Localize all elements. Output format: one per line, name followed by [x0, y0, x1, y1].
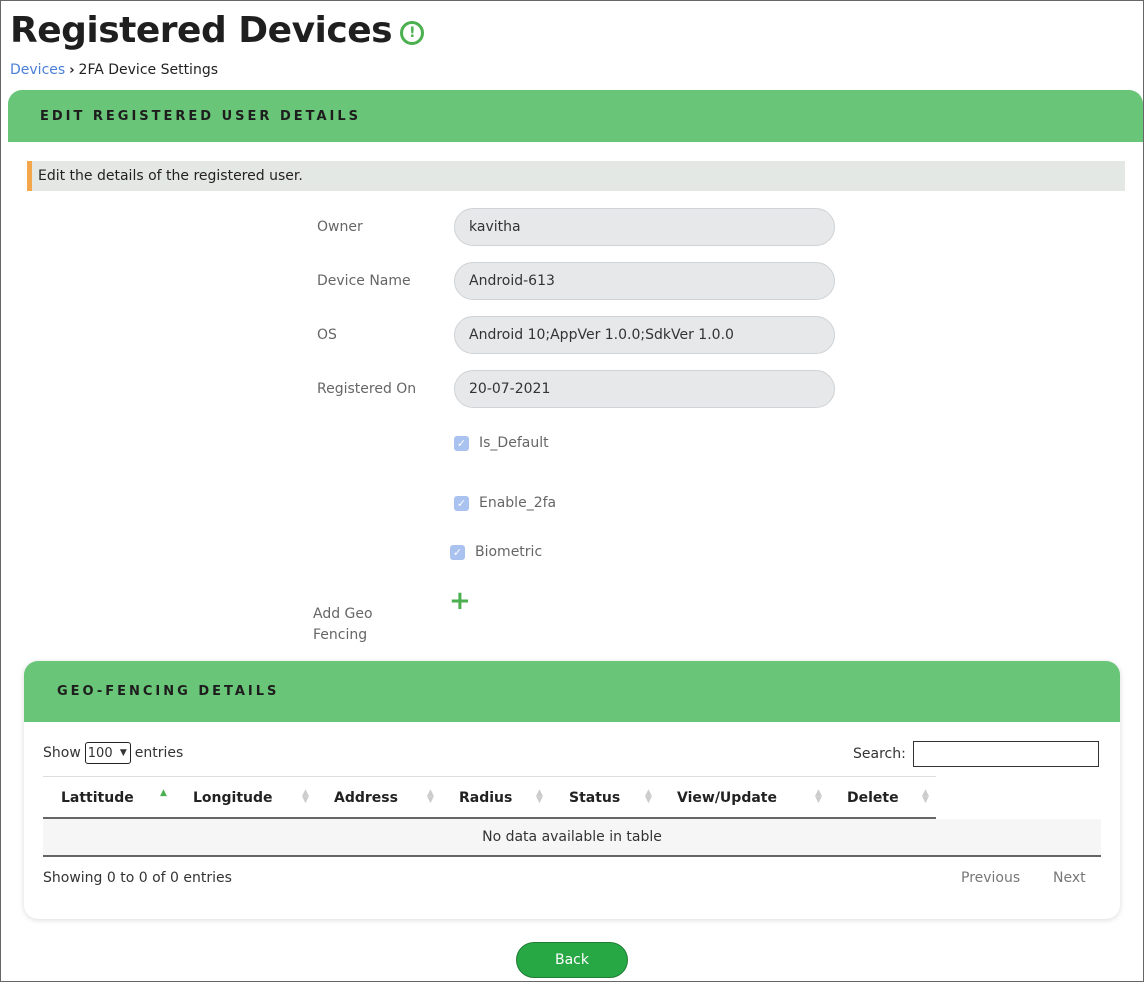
sort-asc-icon: ▲: [160, 788, 167, 798]
table-search: Search:: [853, 741, 1099, 767]
entries-select[interactable]: 100 ▼: [84, 742, 131, 764]
sort-icon: ▲ ▼: [427, 788, 434, 805]
empty-table-row: No data available in table: [43, 819, 1101, 857]
entries-length-control: Show 100 ▼ entries: [43, 742, 183, 764]
sort-icon: ▲ ▼: [922, 788, 929, 805]
geo-section-title: GEO-FENCING DETAILS: [57, 684, 280, 699]
chevron-right-icon: ›: [69, 62, 75, 78]
chevron-down-icon: ▼: [119, 748, 127, 758]
owner-label: Owner: [317, 219, 363, 235]
geo-fencing-card-header: GEO-FENCING DETAILS: [24, 661, 1120, 722]
search-input[interactable]: [912, 741, 1099, 767]
os-label: OS: [317, 327, 337, 343]
table-header: Lattitude ▲ Longitude ▲ ▼ Address ▲ ▼ Radi…: [43, 776, 936, 819]
enable-2fa-label: Enable_2fa: [479, 495, 557, 511]
biometric-checkbox[interactable]: ✓: [450, 544, 465, 560]
page-title-text: Registered Devices: [10, 10, 393, 51]
column-lattitude[interactable]: Lattitude: [61, 777, 134, 818]
plus-icon[interactable]: +: [449, 588, 471, 614]
column-status[interactable]: Status: [569, 777, 620, 818]
previous-button[interactable]: Previous: [961, 870, 1020, 886]
column-radius[interactable]: Radius: [459, 777, 512, 818]
enable-2fa-row[interactable]: ✓ Enable_2fa: [454, 495, 556, 511]
show-label: Show: [43, 745, 81, 761]
owner-input[interactable]: [454, 208, 835, 246]
sort-icon: ▲ ▼: [815, 788, 822, 805]
edit-user-card-header: EDIT REGISTERED USER DETAILS: [8, 90, 1143, 142]
device-name-label: Device Name: [317, 273, 411, 289]
search-label: Search:: [853, 746, 906, 762]
add-geo-fencing-label: Add Geo Fencing: [313, 606, 373, 643]
sort-icon: ▲ ▼: [536, 788, 543, 805]
biometric-row[interactable]: ✓ Biometric: [450, 544, 542, 560]
column-view-update[interactable]: View/Update: [677, 777, 777, 818]
entries-label: entries: [134, 745, 184, 761]
breadcrumb: Devices › 2FA Device Settings: [10, 62, 218, 78]
entries-select-value: 100: [87, 745, 113, 761]
column-longitude[interactable]: Longitude: [193, 777, 273, 818]
os-input[interactable]: [454, 316, 835, 354]
column-address[interactable]: Address: [334, 777, 398, 818]
enable-2fa-checkbox[interactable]: ✓: [454, 495, 469, 511]
exclamation-circle-icon[interactable]: !: [400, 20, 425, 45]
registered-on-input[interactable]: [454, 370, 835, 408]
table-info: Showing 0 to 0 of 0 entries: [43, 870, 232, 886]
biometric-label: Biometric: [475, 544, 543, 560]
back-button[interactable]: Back: [516, 942, 628, 978]
column-delete[interactable]: Delete: [847, 777, 899, 818]
breadcrumb-devices-link[interactable]: Devices: [10, 62, 65, 78]
is-default-checkbox[interactable]: ✓: [454, 435, 469, 451]
sort-icon: ▲ ▼: [645, 788, 652, 805]
edit-section-title: EDIT REGISTERED USER DETAILS: [40, 108, 362, 124]
is-default-row[interactable]: ✓ Is_Default: [454, 435, 549, 451]
page-title: Registered Devices !: [10, 10, 425, 51]
sort-icon: ▲ ▼: [302, 788, 309, 805]
registered-on-label: Registered On: [317, 381, 417, 397]
next-button[interactable]: Next: [1053, 870, 1086, 886]
edit-note: Edit the details of the registered user.: [27, 161, 1125, 191]
breadcrumb-current: 2FA Device Settings: [78, 62, 218, 78]
is-default-label: Is_Default: [479, 435, 549, 451]
device-name-input[interactable]: [454, 262, 835, 300]
